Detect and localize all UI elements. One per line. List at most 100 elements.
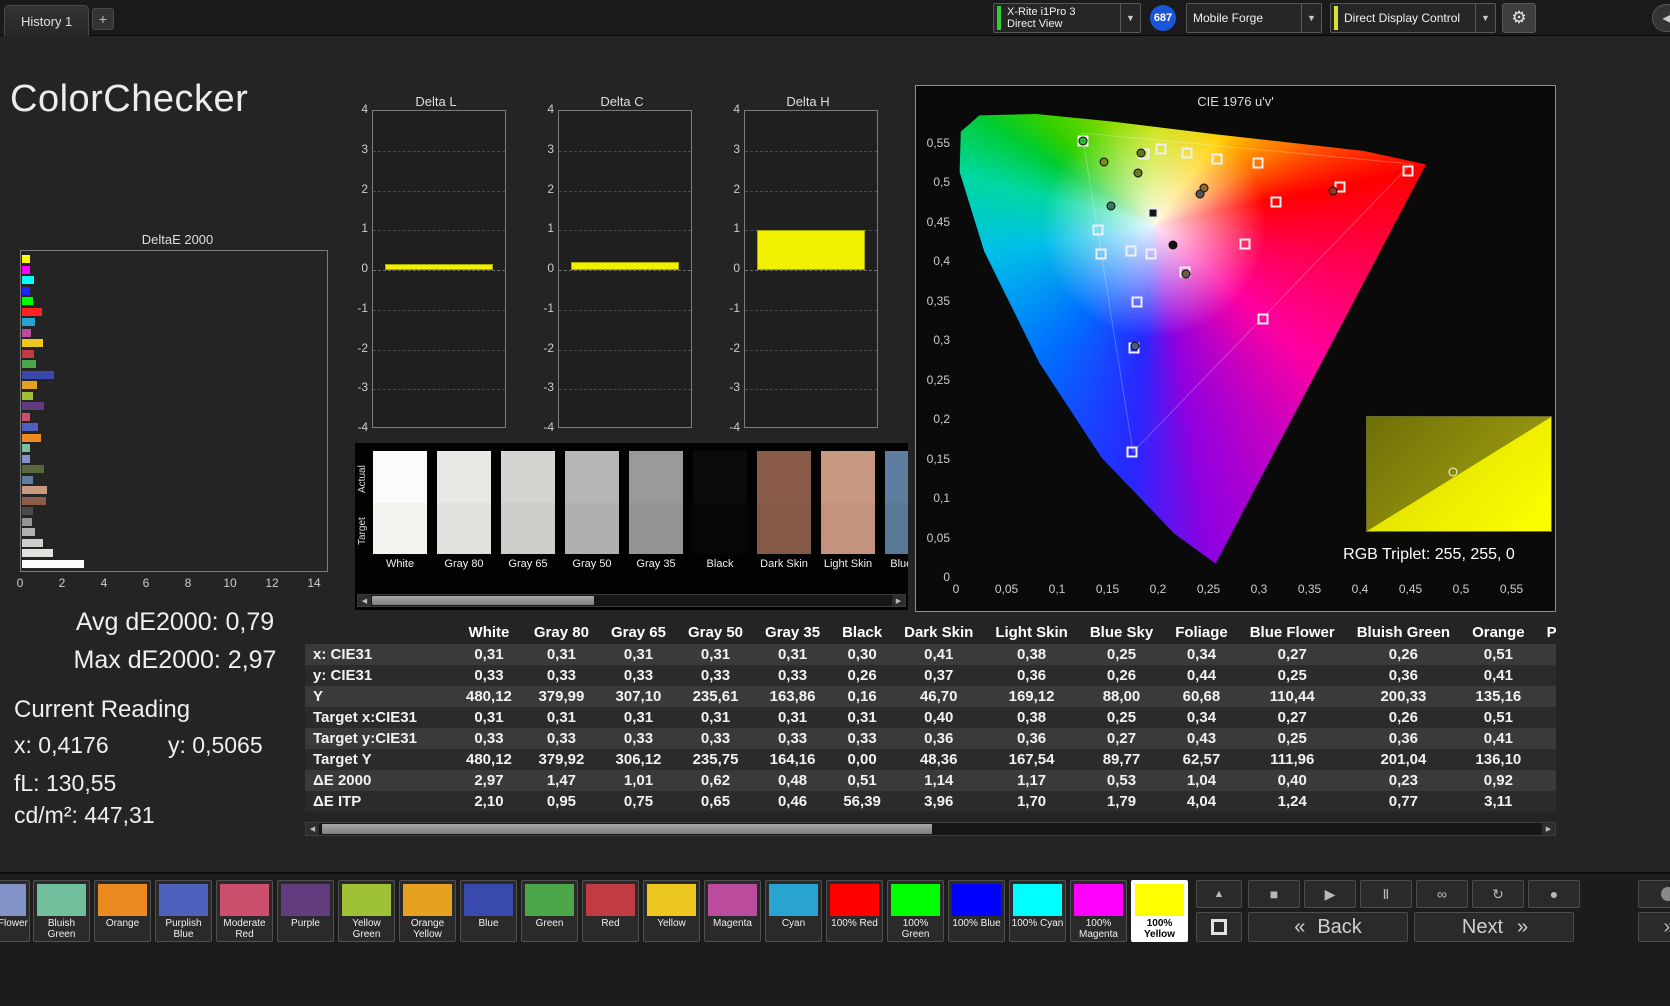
chevron-down-icon[interactable]: ▼	[1301, 4, 1321, 32]
patch-button-100-yellow[interactable]: 100% Yellow	[1131, 880, 1188, 942]
patch-button-red[interactable]: Red	[582, 880, 639, 942]
record-button[interactable]: ●	[1528, 880, 1580, 908]
patch-button-100-cyan[interactable]: 100% Cyan	[1009, 880, 1066, 942]
patch-button-magenta[interactable]: Magenta	[704, 880, 761, 942]
chevron-double-right-icon: »	[1517, 915, 1528, 938]
patch-button-100-green[interactable]: 100% Green	[887, 880, 944, 942]
avg-de2000-value: Avg dE2000: 0,79	[75, 608, 275, 636]
table-cell: 3,11	[1484, 793, 1513, 810]
scroll-right-icon[interactable]: ▶	[1542, 823, 1555, 835]
gridline	[373, 349, 505, 351]
measurement-table: White Gray 80 Gray 65 Gray 50 Gray 35 Black Da…	[305, 620, 1556, 820]
next-button[interactable]: Next »	[1414, 912, 1574, 942]
column-header-black: Black	[842, 623, 883, 641]
stop-button[interactable]: ■	[1248, 880, 1300, 908]
patch-button-blue-flower[interactable]: Blue Flower	[0, 880, 30, 942]
patch-button-orange-yellow[interactable]: Orange Yellow	[399, 880, 456, 942]
patch-button-purple[interactable]: Purple	[277, 880, 334, 942]
cie-marker-target	[1257, 313, 1269, 325]
patch-button-bluish-green[interactable]: Bluish Green	[33, 880, 90, 942]
table-cell: 0,95	[546, 793, 577, 810]
loop-button[interactable]: ∞	[1416, 880, 1468, 908]
layout-button[interactable]	[1196, 912, 1242, 942]
session-count-badge[interactable]: 687	[1150, 5, 1176, 31]
gridline	[559, 150, 691, 152]
patch-button-purplish-blue[interactable]: Purplish Blue	[155, 880, 212, 942]
patch-button-moderate-red[interactable]: Moderate Red	[216, 880, 273, 942]
refresh-button[interactable]: ↻	[1472, 880, 1524, 908]
x-tick-label: 0,05	[994, 582, 1019, 596]
display-control-accent-bar	[1334, 6, 1338, 30]
table-row-e-2000: ΔE 2000 2,97 1,47 1,01 0,62 0,48 0,51 1,14 1,17 0…	[305, 770, 1556, 791]
meter-accent-bar	[997, 6, 1001, 30]
table-cell: 1,47	[546, 772, 577, 789]
de2000-bar-gray-80	[22, 549, 53, 557]
table-scrollbar[interactable]: ◀ ▶	[305, 822, 1556, 836]
bar-fill	[22, 559, 85, 568]
patch-button-orange[interactable]: Orange	[94, 880, 151, 942]
de2000-bar-gray-65	[22, 538, 44, 547]
scroll-left-icon[interactable]: ◀	[358, 595, 371, 606]
collapse-panel-button[interactable]: ◀	[1652, 4, 1670, 32]
chart-title: Delta C	[600, 94, 644, 109]
target-swatch	[693, 503, 747, 554]
table-cell: 0,21	[1536, 644, 1556, 665]
table-cell: 3,59	[1536, 791, 1556, 812]
cie-marker-target	[1131, 296, 1143, 308]
partial-right-bottom-button[interactable]: »	[1638, 912, 1670, 942]
partial-right-top-button[interactable]	[1638, 880, 1670, 908]
add-tab-button[interactable]: +	[92, 8, 114, 30]
patch-button-yellow[interactable]: Yellow	[643, 880, 700, 942]
scrollbar-thumb[interactable]	[372, 596, 594, 605]
swatch-strip-scrollbar[interactable]: ◀ ▶	[357, 594, 906, 607]
chevron-double-right-icon: »	[1663, 916, 1670, 939]
play-button[interactable]: ▶	[1304, 880, 1356, 908]
x-tick-label: 0,5	[1452, 582, 1470, 596]
table-cell: 480,12	[466, 751, 512, 768]
back-button[interactable]: « Back	[1248, 912, 1408, 942]
y-tick-label: -4	[729, 420, 740, 434]
pause-button[interactable]: Ⅱ	[1360, 880, 1412, 908]
row-label: ΔE ITP	[313, 793, 362, 810]
scroll-left-icon[interactable]: ◀	[306, 823, 319, 835]
patch-button-100-red[interactable]: 100% Red	[826, 880, 883, 942]
triangle-up-icon: ▲	[1213, 888, 1225, 900]
tab-history-1[interactable]: History 1	[4, 5, 90, 36]
patch-button-100-blue[interactable]: 100% Blue	[948, 880, 1005, 942]
pattern-source-dropdown[interactable]: Mobile Forge ▼	[1186, 3, 1322, 33]
patch-button-yellow-green[interactable]: Yellow Green	[338, 880, 395, 942]
patch-button-green[interactable]: Green	[521, 880, 578, 942]
chevron-down-icon[interactable]: ▼	[1475, 4, 1495, 32]
table-cell: 0,36	[1016, 730, 1047, 747]
scrollbar-thumb[interactable]	[322, 824, 932, 834]
y-tick-label: 0	[943, 570, 950, 584]
scroll-right-icon[interactable]: ▶	[892, 595, 905, 606]
patch-button-100-magenta[interactable]: 100% Magenta	[1070, 880, 1127, 942]
plot-area	[558, 110, 692, 428]
de2000-bar-black	[22, 507, 33, 515]
table-cell: 0,53	[1106, 772, 1137, 789]
display-control-dropdown[interactable]: Direct Display Control ▼	[1330, 3, 1496, 33]
plot-area	[744, 110, 878, 428]
chevron-down-icon[interactable]: ▼	[1120, 4, 1140, 32]
target-swatch	[565, 503, 619, 554]
patch-scroll-up-button[interactable]: ▲	[1196, 880, 1242, 908]
patch-button-cyan[interactable]: Cyan	[765, 880, 822, 942]
table-cell: 306,12	[615, 751, 662, 768]
table-cell: 0,40	[1277, 772, 1307, 789]
patch-button-blue[interactable]: Blue	[460, 880, 517, 942]
target-swatch	[885, 503, 908, 554]
patch-color-swatch	[525, 884, 574, 916]
meter-dropdown[interactable]: X-Rite i1Pro 3 Direct View ▼	[993, 3, 1141, 33]
table-cell: 60,68	[1182, 688, 1221, 705]
cie-marker-target	[1270, 196, 1282, 208]
patch-color-swatch	[708, 884, 757, 916]
y-tick-label: 1	[733, 221, 740, 236]
patch-button-label: Orange Yellow	[410, 918, 445, 940]
column-header-blue-sky: Blue Sky	[1089, 623, 1154, 641]
table-cell: 1,14	[924, 772, 954, 789]
table-cell: 0,41	[1483, 667, 1513, 684]
settings-button[interactable]: ⚙	[1502, 3, 1536, 33]
table-cell: 163,86	[769, 688, 816, 705]
current-reading-title: Current Reading	[14, 696, 191, 723]
